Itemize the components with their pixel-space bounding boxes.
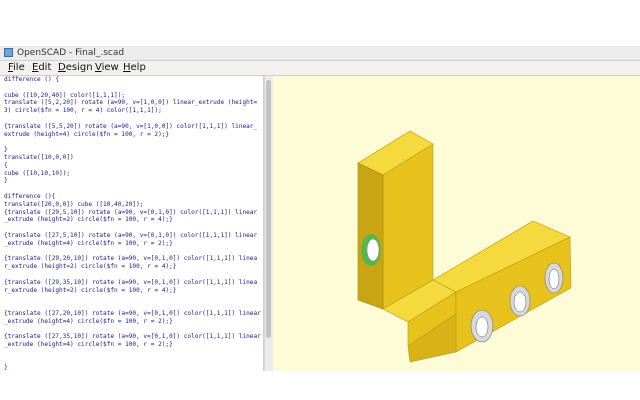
code-line[interactable] [4, 185, 262, 193]
code-line[interactable]: translate ([5,2,20]) rotate (a=90, v=[1,… [4, 99, 262, 107]
code-line[interactable]: cube ([10,20,40]) color([1,1,1]); [4, 92, 262, 100]
code-line[interactable]: {translate ([29,35,10]) rotate (a=90, v=… [4, 279, 262, 287]
side-hole [366, 238, 380, 262]
code-line[interactable]: {translate ([27,35,10]) rotate (a=90, v=… [4, 333, 262, 341]
window-title: OpenSCAD - Final_.scad [17, 48, 125, 58]
front-hole-2 [513, 291, 527, 313]
code-line[interactable]: r_extrude (height=2) circle($fn = 100, r… [4, 287, 262, 295]
front-hole-3 [548, 268, 560, 290]
code-line[interactable]: {translate ([27,20,10]) rotate (a=90, v=… [4, 310, 262, 318]
model-render [357, 130, 572, 363]
code-line[interactable]: _extrude (height=2) circle($fn = 100, r … [4, 216, 262, 224]
code-line[interactable]: difference () { [4, 76, 262, 84]
code-line[interactable]: 3) circle($fn = 100, r = 4) color([1,1,1… [4, 107, 262, 115]
code-line[interactable] [4, 326, 262, 334]
code-editor[interactable]: difference () { cube ([10,20,40]) color([… [0, 76, 264, 371]
code-line[interactable]: } [4, 364, 262, 371]
code-line[interactable] [4, 294, 262, 302]
code-line[interactable]: translate([10,0,0]) [4, 154, 262, 162]
3d-viewport[interactable] [273, 76, 640, 371]
code-line[interactable]: _extrude (height=4) circle($fn = 100, r … [4, 341, 262, 349]
code-line[interactable]: _extrude (height=4) circle($fn = 100, r … [4, 240, 262, 248]
menu-edit[interactable]: Edit [32, 61, 51, 75]
front-hole-1 [475, 316, 489, 338]
code-line[interactable]: cube ([10,10,10]); [4, 170, 262, 178]
code-line[interactable] [4, 138, 262, 146]
code-line[interactable]: _extrude (height=4) circle($fn = 100, r … [4, 318, 262, 326]
code-line[interactable] [4, 271, 262, 279]
code-line[interactable]: } [4, 177, 262, 185]
editor-scrollbar[interactable] [264, 76, 273, 371]
code-line[interactable]: } [4, 146, 262, 154]
menu-bar: File Edit Design View Help [0, 61, 640, 76]
code-line[interactable]: { [4, 162, 262, 170]
code-line[interactable] [4, 115, 262, 123]
code-line[interactable]: {translate ([5,5,20]) rotate (a=90, v=[1… [4, 123, 262, 131]
code-line[interactable] [4, 224, 262, 232]
code-line[interactable] [4, 357, 262, 365]
code-line[interactable]: translate([20,0,0]) cube ([10,40,20]); [4, 201, 262, 209]
menu-view[interactable]: View [95, 61, 119, 75]
menu-file[interactable]: File [8, 61, 25, 75]
code-line[interactable]: r_extrude (height=2) circle($fn = 100, r… [4, 263, 262, 271]
menu-help[interactable]: Help [123, 61, 146, 75]
title-bar: OpenSCAD - Final_.scad [0, 46, 640, 61]
openscad-app-icon [4, 48, 13, 57]
menu-design[interactable]: Design [58, 61, 93, 75]
code-text[interactable]: difference () { cube ([10,20,40]) color([… [4, 76, 262, 371]
code-line[interactable] [4, 248, 262, 256]
code-line[interactable] [4, 349, 262, 357]
code-line[interactable]: extrude (height=4) circle($fn = 100, r =… [4, 131, 262, 139]
code-line[interactable]: {translate ([29,20,10]) rotate (a=90, v=… [4, 255, 262, 263]
code-line[interactable] [4, 84, 262, 92]
code-line[interactable]: difference (){ [4, 193, 262, 201]
code-line[interactable] [4, 302, 262, 310]
code-line[interactable]: {translate ([29,5,10]) rotate (a=90, v=[… [4, 209, 262, 217]
openscad-window: OpenSCAD - Final_.scad File Edit Design … [0, 46, 640, 371]
code-line[interactable]: {translate ([27,5,10]) rotate (a=90, v=[… [4, 232, 262, 240]
scrollbar-thumb[interactable] [266, 80, 271, 338]
